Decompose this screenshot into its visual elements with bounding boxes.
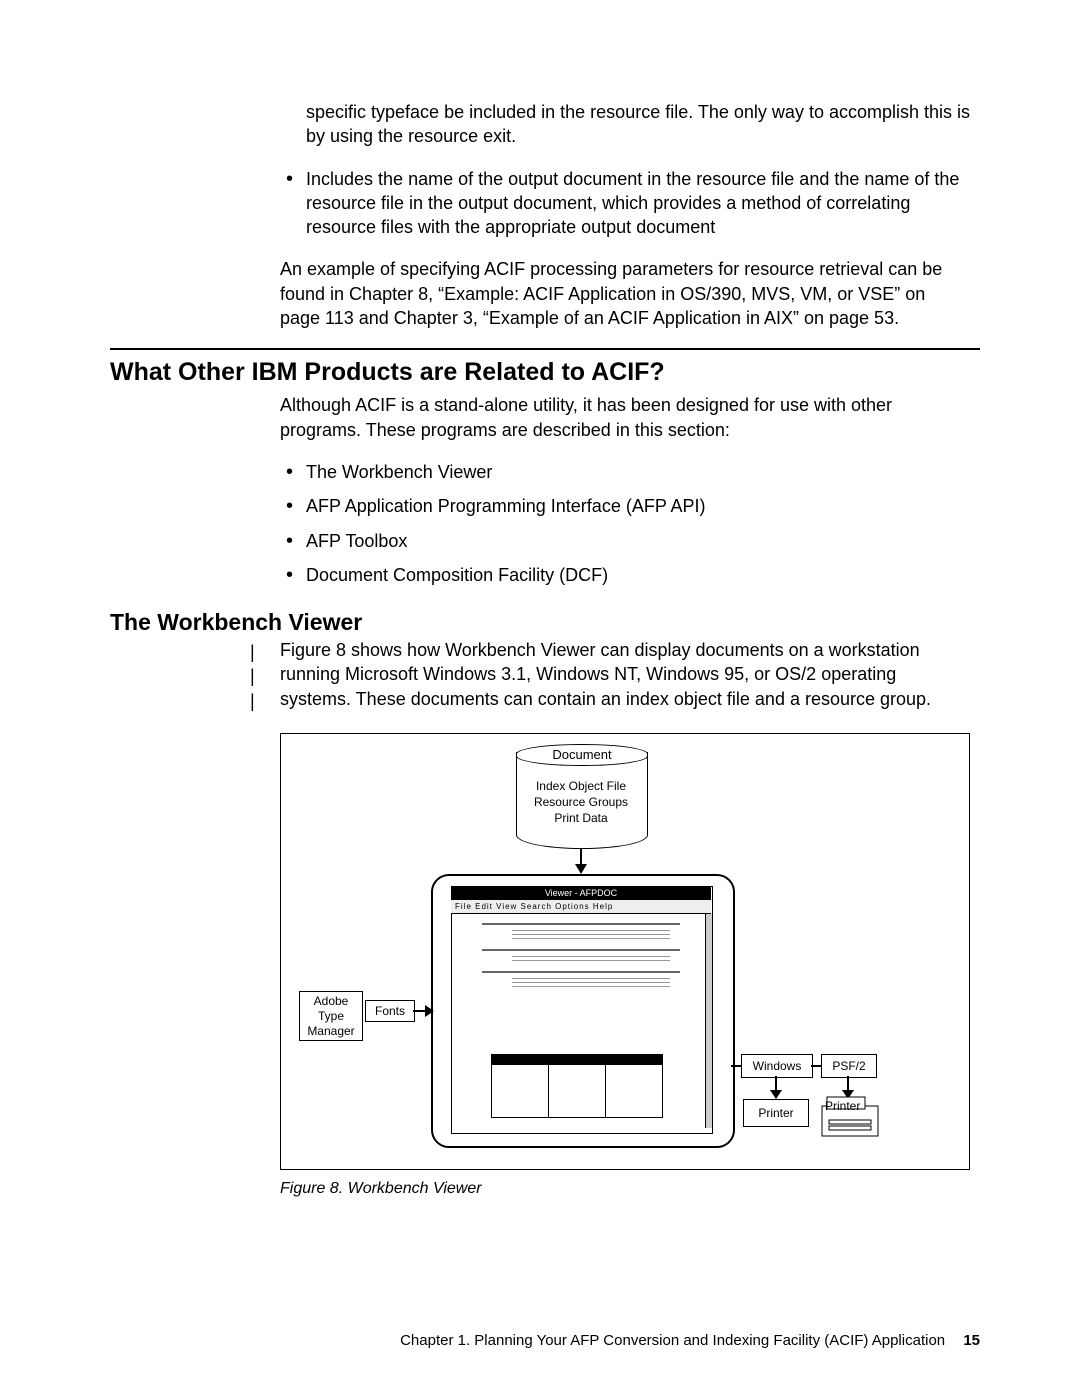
change-bar-icon: | | |: [250, 640, 255, 713]
printer-box-a: Printer: [743, 1099, 809, 1127]
viewer-subwindow: [491, 1054, 663, 1118]
intro-block: specific typeface be included in the res…: [280, 100, 970, 330]
page-number: 15: [963, 1332, 980, 1349]
section-intro: Although ACIF is a stand-alone utility, …: [280, 393, 970, 442]
viewer-window-titlebar: Viewer - AFPDOC: [451, 886, 711, 900]
document-cylinder-top: Document: [516, 744, 648, 766]
cyl-line-2: Resource Groups: [534, 795, 628, 809]
related-products-list: The Workbench Viewer AFP Application Pro…: [280, 460, 970, 587]
arrow-down-head-icon: [770, 1090, 782, 1099]
document-cylinder-text: Index Object File Resource Groups Print …: [516, 778, 646, 827]
intro-continuation: specific typeface be included in the res…: [306, 100, 970, 149]
intro-bullets: Includes the name of the output document…: [280, 167, 970, 240]
cyl-line-1: Index Object File: [536, 779, 626, 793]
section-rule: [110, 348, 980, 350]
footer-chapter-text: Chapter 1. Planning Your AFP Conversion …: [400, 1332, 945, 1349]
section-heading: What Other IBM Products are Related to A…: [110, 358, 980, 387]
cyl-line-3: Print Data: [554, 811, 607, 825]
atm-line-1: Adobe: [314, 994, 349, 1008]
intro-example-ref: An example of specifying ACIF processing…: [280, 257, 970, 330]
intro-bullet-1: Includes the name of the output document…: [280, 167, 970, 240]
arrow-right-head-icon: [425, 1005, 434, 1017]
page-footer: Chapter 1. Planning Your AFP Conversion …: [0, 1332, 1080, 1349]
figure-8: Document Index Object File Resource Grou…: [280, 733, 970, 1170]
list-item: The Workbench Viewer: [280, 460, 970, 484]
scrollbar-icon: [705, 914, 712, 1128]
figure-caption: Figure 8. Workbench Viewer: [280, 1180, 980, 1198]
subsection-heading: The Workbench Viewer: [110, 609, 980, 636]
list-item: AFP Application Programming Interface (A…: [280, 494, 970, 518]
connector-line: [731, 1065, 741, 1067]
atm-line-2: Type: [318, 1009, 344, 1023]
section-body: Although ACIF is a stand-alone utility, …: [280, 393, 970, 587]
adobe-type-manager-box: Adobe Type Manager: [299, 991, 363, 1041]
connector-line: [811, 1065, 821, 1067]
list-item: AFP Toolbox: [280, 529, 970, 553]
page: specific typeface be included in the res…: [0, 0, 1080, 1397]
arrow-down-head-icon: [575, 864, 587, 874]
fonts-box: Fonts: [365, 1000, 415, 1022]
psf2-box: PSF/2: [821, 1054, 877, 1078]
windows-box: Windows: [741, 1054, 813, 1078]
atm-line-3: Manager: [307, 1024, 354, 1038]
list-item: Document Composition Facility (DCF): [280, 563, 970, 587]
printer-b-label: Printer: [825, 1099, 860, 1113]
viewer-window-menubar: File Edit View Search Options Help: [451, 900, 711, 914]
workbench-paragraph-wrap: | | | Figure 8 shows how Workbench Viewe…: [280, 638, 970, 711]
workbench-paragraph: Figure 8 shows how Workbench Viewer can …: [280, 638, 970, 711]
